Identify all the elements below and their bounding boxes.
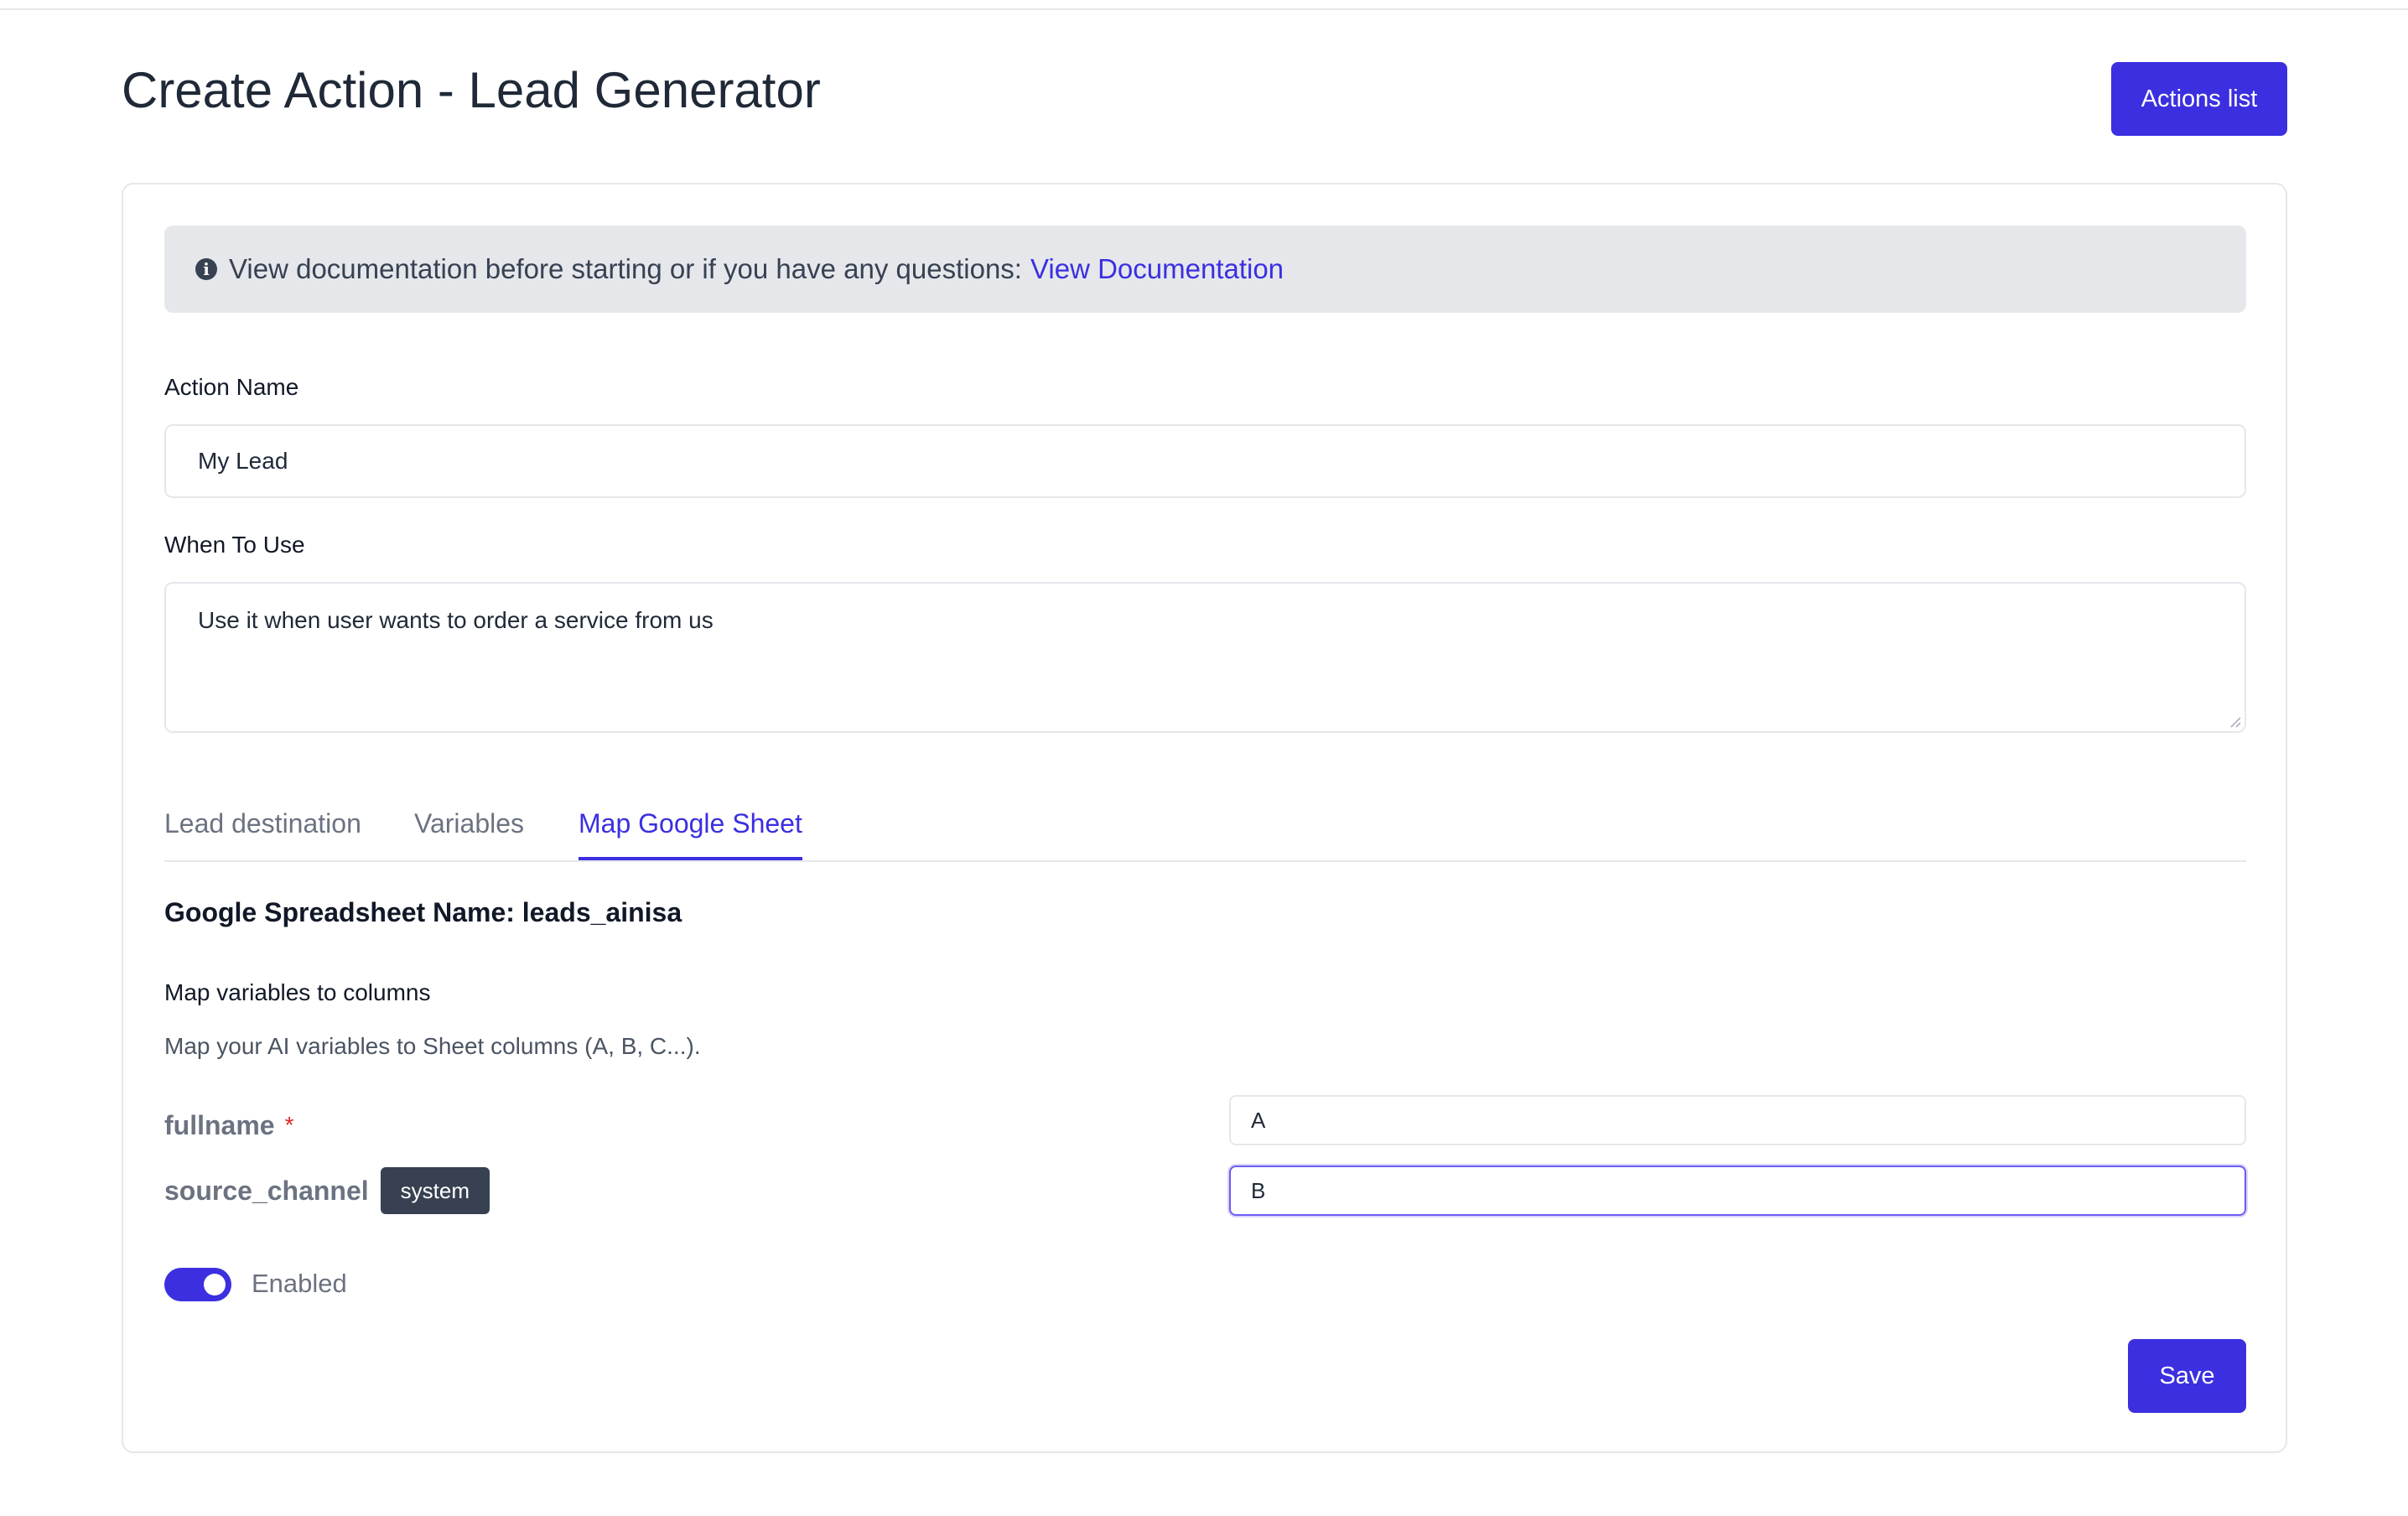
when-to-use-textarea[interactable]: Use it when user wants to order a servic… bbox=[164, 582, 2246, 733]
documentation-notice-text: View documentation before starting or if… bbox=[229, 253, 1022, 284]
required-indicator: * bbox=[284, 1112, 294, 1138]
tab-lead-destination[interactable]: Lead destination bbox=[164, 787, 361, 860]
tab-map-google-sheet[interactable]: Map Google Sheet bbox=[579, 787, 802, 860]
mapping-row-label: fullname * bbox=[164, 1100, 293, 1150]
spreadsheet-name-heading: Google Spreadsheet Name: leads_ainisa bbox=[164, 897, 682, 927]
when-to-use-label: When To Use bbox=[164, 532, 305, 558]
toggle-knob bbox=[204, 1274, 226, 1295]
save-button[interactable]: Save bbox=[2128, 1339, 2246, 1413]
action-name-label: Action Name bbox=[164, 374, 299, 400]
map-variables-title: Map variables to columns bbox=[164, 979, 431, 1005]
actions-list-button[interactable]: Actions list bbox=[2111, 62, 2287, 136]
enabled-label: Enabled bbox=[252, 1269, 347, 1298]
documentation-notice: i View documentation before starting or … bbox=[164, 226, 2246, 313]
page-title: Create Action - Lead Generator bbox=[122, 62, 821, 118]
view-documentation-link[interactable]: View Documentation bbox=[1030, 253, 1284, 285]
system-badge: system bbox=[380, 1167, 490, 1214]
map-variables-description: Map your AI variables to Sheet columns (… bbox=[164, 1033, 701, 1059]
enabled-toggle[interactable] bbox=[164, 1268, 231, 1301]
action-name-input[interactable] bbox=[164, 424, 2246, 498]
top-divider bbox=[0, 0, 2408, 10]
mapping-row-label: source_channel system bbox=[164, 1166, 490, 1216]
resize-handle-icon[interactable] bbox=[2228, 714, 2241, 728]
tab-variables[interactable]: Variables bbox=[414, 787, 524, 860]
info-circle-icon: i bbox=[195, 258, 217, 280]
variable-name: fullname bbox=[164, 1109, 275, 1140]
column-input-fullname[interactable] bbox=[1229, 1095, 2246, 1145]
tab-bar: Lead destination Variables Map Google Sh… bbox=[164, 787, 2246, 862]
column-input-source-channel[interactable] bbox=[1229, 1166, 2246, 1216]
variable-name: source_channel bbox=[164, 1175, 369, 1206]
when-to-use-text: Use it when user wants to order a servic… bbox=[198, 607, 714, 633]
form-card: i View documentation before starting or … bbox=[122, 183, 2287, 1453]
